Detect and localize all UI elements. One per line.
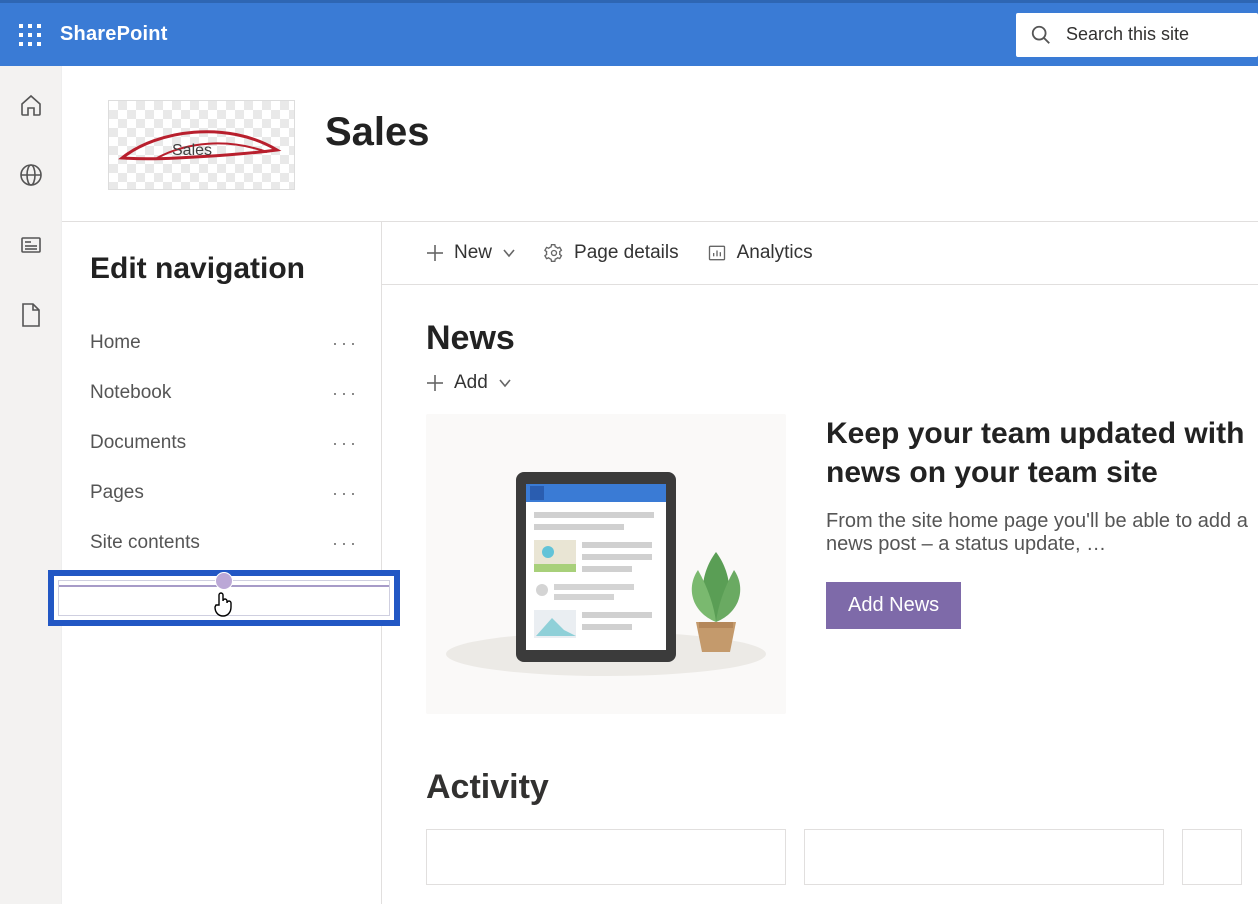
nav-item-label: Home [90, 332, 141, 354]
news-promo-body: From the site home page you'll be able t… [826, 510, 1258, 556]
edit-navigation-panel: Edit navigation Home ··· Notebook ··· Do… [62, 222, 382, 904]
brand-label[interactable]: SharePoint [60, 23, 168, 46]
add-nav-insert-icon [215, 572, 233, 590]
rail-home[interactable] [16, 90, 46, 120]
more-icon[interactable]: ··· [332, 533, 359, 554]
rail-files[interactable] [16, 300, 46, 330]
page-details-button[interactable]: Page details [544, 242, 679, 264]
globe-icon [19, 163, 43, 187]
analytics-button[interactable]: Analytics [707, 242, 813, 264]
news-promo-title: Keep your team updated with news on your… [826, 414, 1258, 492]
app-shell: Sales Sales Edit navigation Home ··· [0, 66, 1258, 904]
site-title: Sales [325, 110, 430, 155]
cursor-hand-icon [211, 589, 237, 619]
activity-heading: Activity [426, 768, 1258, 807]
file-icon [20, 302, 42, 328]
edit-navigation-heading: Edit navigation [62, 252, 381, 286]
more-icon[interactable]: ··· [332, 433, 359, 454]
new-label: New [454, 242, 492, 264]
more-icon[interactable]: ··· [332, 333, 359, 354]
body-split: Edit navigation Home ··· Notebook ··· Do… [62, 222, 1258, 904]
news-heading: News [426, 319, 1258, 358]
analytics-icon [707, 243, 727, 263]
nav-item-label: Documents [90, 432, 186, 454]
analytics-label: Analytics [737, 242, 813, 264]
chevron-down-icon [498, 376, 512, 390]
activity-card[interactable] [804, 829, 1164, 885]
main-area: New Page details Analytics News [382, 222, 1258, 904]
plus-icon [426, 374, 444, 392]
search-input[interactable] [1066, 24, 1226, 45]
page-details-label: Page details [574, 242, 679, 264]
add-news-button[interactable]: Add News [826, 582, 961, 629]
add-news-dropdown[interactable]: Add [426, 372, 1258, 394]
add-nav-item-highlight [48, 570, 400, 626]
chevron-down-icon [502, 246, 516, 260]
rail-news[interactable] [16, 230, 46, 260]
add-label: Add [454, 372, 488, 394]
activity-card-row [426, 829, 1258, 885]
nav-item-documents[interactable]: Documents ··· [62, 418, 381, 468]
nav-item-home[interactable]: Home ··· [62, 318, 381, 368]
tablet-plant-icon [426, 444, 786, 684]
gear-icon [544, 243, 564, 263]
newspaper-icon [19, 233, 43, 257]
waffle-icon [19, 24, 41, 46]
nav-item-site-contents[interactable]: Site contents ··· [62, 518, 381, 568]
more-icon[interactable]: ··· [332, 483, 359, 504]
app-bar: SharePoint [0, 0, 1258, 66]
nav-item-pages[interactable]: Pages ··· [62, 468, 381, 518]
nav-item-label: Notebook [90, 382, 171, 404]
app-launcher-button[interactable] [0, 3, 60, 66]
breadcrumb[interactable]: Sales [172, 142, 212, 160]
search-icon [1030, 24, 1052, 46]
nav-item-label: Pages [90, 482, 144, 504]
nav-item-label: Site contents [90, 532, 200, 554]
more-icon[interactable]: ··· [332, 383, 359, 404]
news-promo: Keep your team updated with news on your… [426, 414, 1258, 714]
activity-card[interactable] [1182, 829, 1242, 885]
search-box[interactable] [1016, 13, 1258, 57]
app-rail [0, 66, 62, 904]
news-promo-text: Keep your team updated with news on your… [826, 414, 1258, 714]
add-nav-item-slot[interactable] [58, 580, 390, 616]
news-illustration [426, 414, 786, 714]
command-bar: New Page details Analytics [426, 222, 1258, 284]
nav-item-notebook[interactable]: Notebook ··· [62, 368, 381, 418]
plus-icon [426, 244, 444, 262]
home-icon [19, 93, 43, 117]
activity-card[interactable] [426, 829, 786, 885]
new-button[interactable]: New [426, 242, 516, 264]
cmdbar-divider [382, 284, 1258, 285]
page-content: Sales Sales Edit navigation Home ··· [62, 66, 1258, 904]
rail-global[interactable] [16, 160, 46, 190]
site-header: Sales [62, 66, 1258, 222]
